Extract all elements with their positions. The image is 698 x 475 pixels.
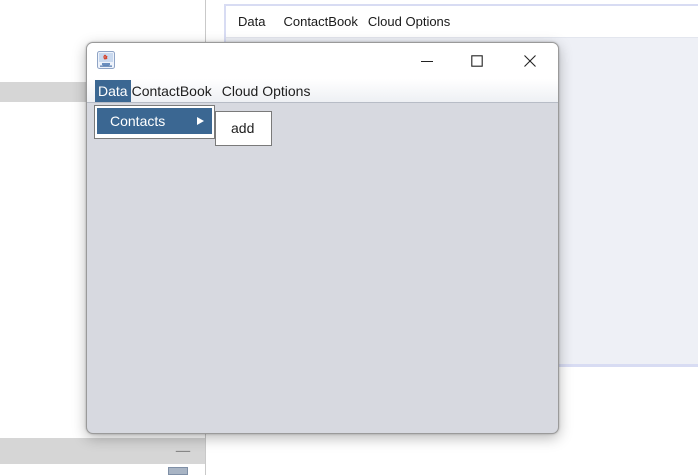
contact-app-window: Data ContactBook Cloud Options Contacts … — [86, 42, 559, 434]
menu-data[interactable]: Data — [95, 79, 131, 102]
menu-contactbook[interactable]: ContactBook — [131, 80, 215, 102]
title-bar[interactable] — [87, 43, 558, 79]
background-scrollbar[interactable] — [168, 467, 188, 475]
minimize-icon — [421, 60, 433, 63]
maximize-icon — [471, 55, 483, 67]
maximize-button[interactable] — [454, 43, 500, 79]
submenu-arrow-icon — [197, 117, 204, 125]
close-icon — [524, 55, 536, 67]
java-app-icon — [97, 51, 115, 69]
menu-item-contacts[interactable]: Contacts — [97, 108, 212, 134]
background-menubar: Data ContactBook Cloud Options — [226, 6, 698, 38]
minimize-button[interactable] — [404, 43, 450, 79]
menu-item-add[interactable]: add — [231, 120, 254, 136]
menu-cloud-options[interactable]: Cloud Options — [215, 80, 315, 102]
background-menu-data[interactable]: Data — [238, 14, 265, 29]
contacts-submenu: add — [215, 111, 272, 146]
background-menu-cloud-options[interactable]: Cloud Options — [368, 14, 450, 29]
menu-bar: Data ContactBook Cloud Options — [87, 79, 558, 103]
background-left-bottom-bar: — — [0, 438, 205, 464]
data-dropdown-menu: Contacts — [94, 105, 215, 139]
menu-item-contacts-label: Contacts — [110, 113, 166, 129]
close-button[interactable] — [507, 43, 553, 79]
minus-icon[interactable]: — — [175, 441, 191, 460]
background-menu-contactbook[interactable]: ContactBook — [283, 14, 357, 29]
